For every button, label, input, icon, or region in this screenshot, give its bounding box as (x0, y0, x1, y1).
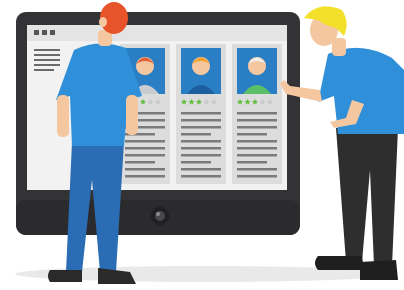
text-line (237, 112, 277, 115)
text-line (181, 112, 221, 115)
text-line (181, 154, 221, 157)
left-person-shoe (48, 270, 82, 282)
text-line (237, 140, 277, 143)
window-dots-icon (34, 30, 55, 35)
left-person-arm (126, 95, 138, 135)
text-line (237, 154, 277, 157)
text-line (125, 175, 165, 178)
text-line (181, 133, 211, 136)
camera-icon (151, 207, 169, 225)
text-line (125, 161, 155, 164)
illustration (15, 2, 404, 284)
text-line (181, 161, 211, 164)
right-person-shoe (315, 256, 364, 270)
text-line (125, 140, 165, 143)
right-person-leg (336, 128, 398, 266)
left-person-leg (66, 142, 124, 272)
profile-card (232, 44, 282, 184)
text-line (181, 147, 221, 150)
text-line (237, 147, 277, 150)
text-line (181, 140, 221, 143)
profile-cards (120, 44, 282, 184)
text-line (181, 119, 221, 122)
text-line (237, 126, 277, 129)
text-line (237, 133, 267, 136)
text-line (125, 154, 165, 157)
left-person-ear (99, 17, 107, 27)
right-person-shoe (360, 260, 398, 280)
text-line (181, 168, 221, 171)
left-person-arm (57, 95, 69, 137)
text-line (181, 175, 221, 178)
text-line (125, 168, 165, 171)
text-line (181, 126, 221, 129)
screen-topbar (27, 25, 287, 41)
right-person-shirt (318, 47, 404, 134)
text-line (237, 119, 277, 122)
text-line (237, 175, 277, 178)
profile-card (176, 44, 226, 184)
text-line (125, 147, 165, 150)
text-line (237, 161, 267, 164)
text-line (237, 168, 277, 171)
